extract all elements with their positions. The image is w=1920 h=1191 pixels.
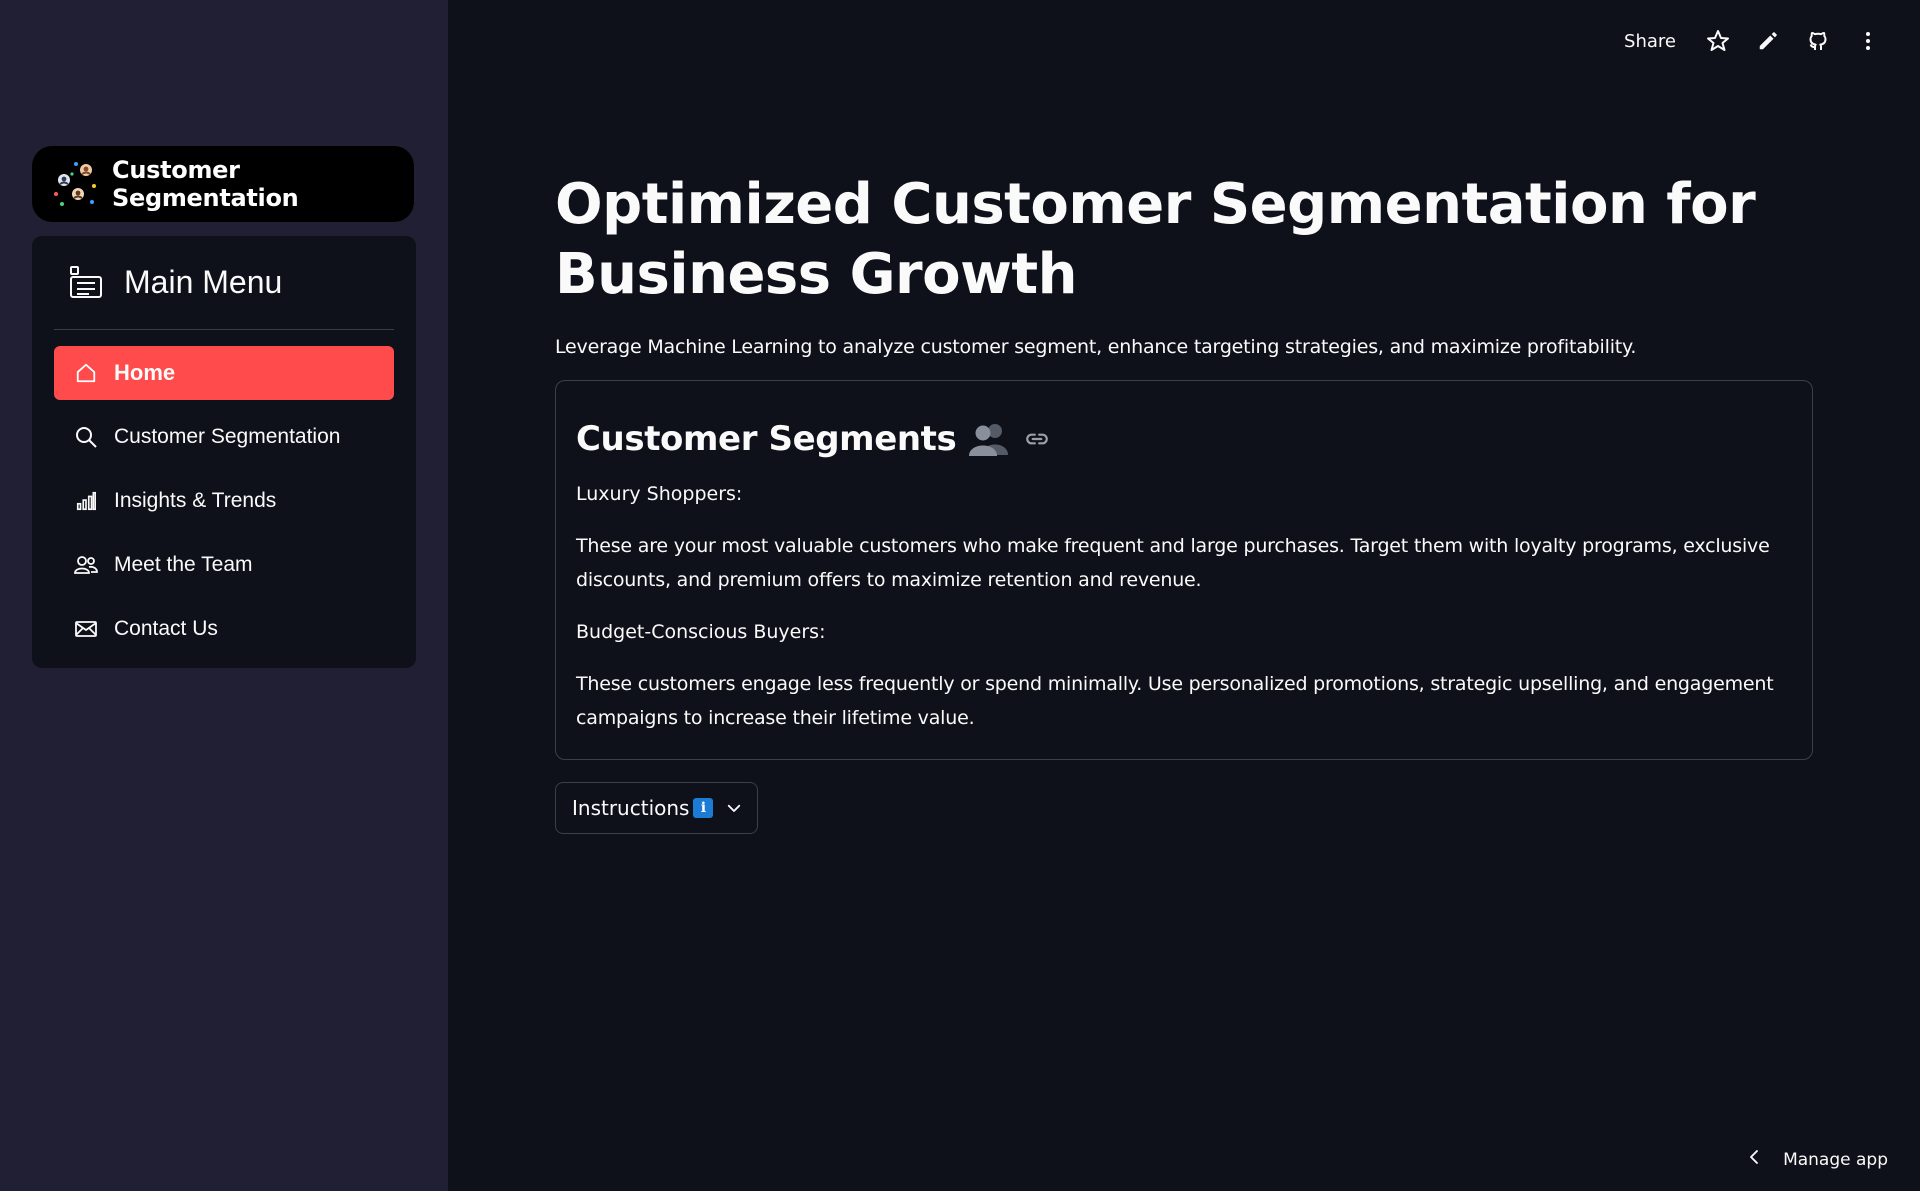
card-title-row: Customer Segments	[576, 419, 1792, 459]
menu-item-customer-segmentation[interactable]: Customer Segmentation	[54, 410, 394, 464]
segment-name: Luxury Shoppers:	[576, 483, 743, 505]
page-subtitle: Leverage Machine Learning to analyze cus…	[555, 336, 1637, 358]
menu-list-icon	[68, 265, 104, 301]
github-icon[interactable]	[1806, 29, 1830, 53]
menu-item-label: Meet the Team	[114, 553, 253, 576]
main-content: Optimized Customer Segmentation for Busi…	[555, 170, 1815, 834]
customer-segments-card: Customer Segments Luxury Shoppers: These…	[555, 380, 1813, 760]
top-toolbar: Share	[1624, 24, 1880, 58]
menu-item-label: Contact Us	[114, 617, 218, 640]
people-icon	[74, 553, 98, 577]
envelope-icon	[74, 617, 98, 641]
segment-name: Budget-Conscious Buyers:	[576, 621, 826, 643]
manage-app-label: Manage app	[1783, 1149, 1888, 1170]
share-button[interactable]: Share	[1624, 31, 1676, 52]
menu-item-insights-trends[interactable]: Insights & Trends	[54, 474, 394, 528]
house-icon	[74, 361, 98, 385]
expander-label: Instructions	[572, 796, 690, 820]
menu-item-meet-the-team[interactable]: Meet the Team	[54, 538, 394, 592]
sidebar: Customer Segmentation Main Menu Home Cus…	[0, 0, 448, 1191]
menu-item-label: Insights & Trends	[114, 489, 277, 512]
card-title: Customer Segments	[576, 419, 957, 459]
instructions-expander[interactable]: Instructions i	[555, 782, 759, 834]
star-icon[interactable]	[1706, 29, 1730, 53]
page-title: Optimized Customer Segmentation for Busi…	[555, 172, 1756, 307]
info-icon: i	[693, 798, 714, 818]
chevron-left-icon	[1747, 1148, 1761, 1171]
chevron-down-icon	[725, 799, 743, 817]
segment-description: These customers engage less frequently o…	[576, 673, 1774, 729]
main-menu: Main Menu Home Customer Segmentation Ins…	[32, 236, 416, 668]
menu-header: Main Menu	[54, 250, 394, 330]
manage-app-button[interactable]: Manage app	[1747, 1148, 1888, 1171]
brand-title: Customer Segmentation	[112, 156, 299, 212]
menu-title: Main Menu	[124, 264, 283, 300]
more-vertical-icon[interactable]	[1856, 29, 1880, 53]
segment-description: These are your most valuable customers w…	[576, 535, 1770, 591]
brand-banner: Customer Segmentation	[32, 146, 414, 222]
menu-item-home[interactable]: Home	[54, 346, 394, 400]
anchor-link-icon[interactable]	[1024, 426, 1050, 452]
menu-item-label: Home	[114, 360, 176, 385]
menu-list: Home Customer Segmentation Insights & Tr…	[54, 346, 394, 656]
customer-network-icon	[52, 160, 100, 208]
search-icon	[74, 425, 98, 449]
pencil-icon[interactable]	[1756, 29, 1780, 53]
menu-item-label: Customer Segmentation	[114, 425, 341, 448]
people-emoji-icon	[968, 421, 1010, 457]
bar-chart-icon	[74, 489, 98, 513]
menu-item-contact-us[interactable]: Contact Us	[54, 602, 394, 656]
